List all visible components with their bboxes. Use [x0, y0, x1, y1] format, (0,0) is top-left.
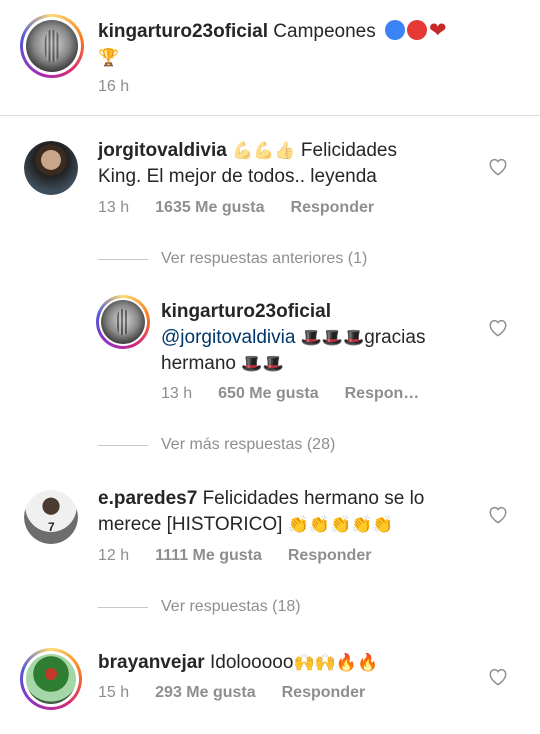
comment-4-time: 15 h [98, 684, 130, 701]
caption-time: 16 h [98, 78, 130, 95]
heart-outline-icon [489, 319, 507, 337]
comment-4-reply-button[interactable]: Responder [282, 684, 366, 701]
comment-4-meta: 15 h 293 Me gusta Responder [98, 684, 391, 702]
comment-1-meta: 13 h 1635 Me gusta Responder [98, 199, 400, 217]
trophy-icon: 🏆 [98, 48, 120, 68]
comment-1-text: jorgitovaldivia 💪💪👍 Felicidades King. El… [98, 140, 397, 187]
raised-hands-fire-icon: 🙌🙌🔥🔥 [293, 653, 379, 673]
reply-text: kingarturo23oficial @jorgitovaldivia 🎩🎩🎩… [161, 301, 426, 374]
comment-4-text: brayanvejar Idolooooo🙌🙌🔥🔥 [98, 652, 379, 673]
reply-likes[interactable]: 650 Me gusta [218, 385, 318, 402]
comment-4-username[interactable]: brayanvejar [98, 652, 205, 673]
view-replies-line-2 [98, 607, 148, 608]
comment-1-like-button[interactable] [487, 156, 509, 176]
comment-1-time: 13 h [98, 199, 130, 216]
caption-divider [0, 115, 540, 116]
avatar-brayanvejar[interactable] [20, 648, 82, 710]
comment-3-time: 12 h [98, 547, 130, 564]
caption-avatar[interactable] [20, 14, 84, 78]
reply-username[interactable]: kingarturo23oficial [161, 301, 331, 322]
reply-meta: 13 h 650 Me gusta Respon… [161, 385, 445, 403]
view-more-line [98, 445, 148, 446]
reply-mention[interactable]: @jorgitovaldivia [161, 327, 295, 348]
heart-emoji-icon: ❤ [429, 19, 447, 42]
comment-3-reply-button[interactable]: Responder [288, 547, 372, 564]
comment-1-username[interactable]: jorgitovaldivia [98, 140, 227, 161]
top-hat-icon-2: 🎩🎩 [241, 354, 284, 374]
heart-outline-icon [489, 158, 507, 176]
caption-body: Campeones [273, 21, 376, 42]
flexed-biceps-icon: 💪💪👍 [232, 141, 296, 161]
comment-3-username[interactable]: e.paredes7 [98, 488, 197, 509]
comment-4-likes[interactable]: 293 Me gusta [155, 684, 255, 701]
comment-3-likes[interactable]: 1111 Me gusta [155, 547, 262, 564]
reply-like-button[interactable] [487, 317, 509, 337]
comment-3-meta: 12 h 1111 Me gusta Responder [98, 547, 397, 565]
view-more-replies-button[interactable]: Ver más respuestas (28) [161, 436, 335, 454]
view-replies-button[interactable]: Ver respuestas (18) [161, 598, 301, 616]
comment-3-text: e.paredes7 Felicidades hermano se lo mer… [98, 488, 425, 535]
reply-time: 13 h [161, 385, 193, 402]
view-previous-replies-button[interactable]: Ver respuestas anteriores (1) [161, 250, 367, 268]
reply-avatar[interactable] [96, 295, 150, 349]
reply-reply-button[interactable]: Respon… [345, 385, 420, 402]
caption-username[interactable]: kingarturo23oficial [98, 21, 268, 42]
heart-outline-icon [489, 506, 507, 524]
caption-text: kingarturo23oficial Campeones ❤ 🏆 [98, 18, 518, 71]
view-replies-line [98, 259, 148, 260]
avatar-e-paredes7[interactable]: 7 [24, 490, 78, 544]
comment-3-like-button[interactable] [487, 504, 509, 524]
avatar-jorgitovaldivia[interactable] [24, 141, 78, 195]
blue-circle-icon [385, 20, 406, 40]
top-hat-icon: 🎩🎩🎩 [300, 328, 365, 348]
heart-outline-icon [489, 668, 507, 686]
clapping-hands-icon: 👏👏👏👏👏 [287, 515, 394, 535]
red-circle-icon [407, 20, 428, 40]
comment-1-reply-button[interactable]: Responder [291, 199, 375, 216]
comment-4-like-button[interactable] [487, 666, 509, 686]
comment-1-likes[interactable]: 1635 Me gusta [155, 199, 264, 216]
